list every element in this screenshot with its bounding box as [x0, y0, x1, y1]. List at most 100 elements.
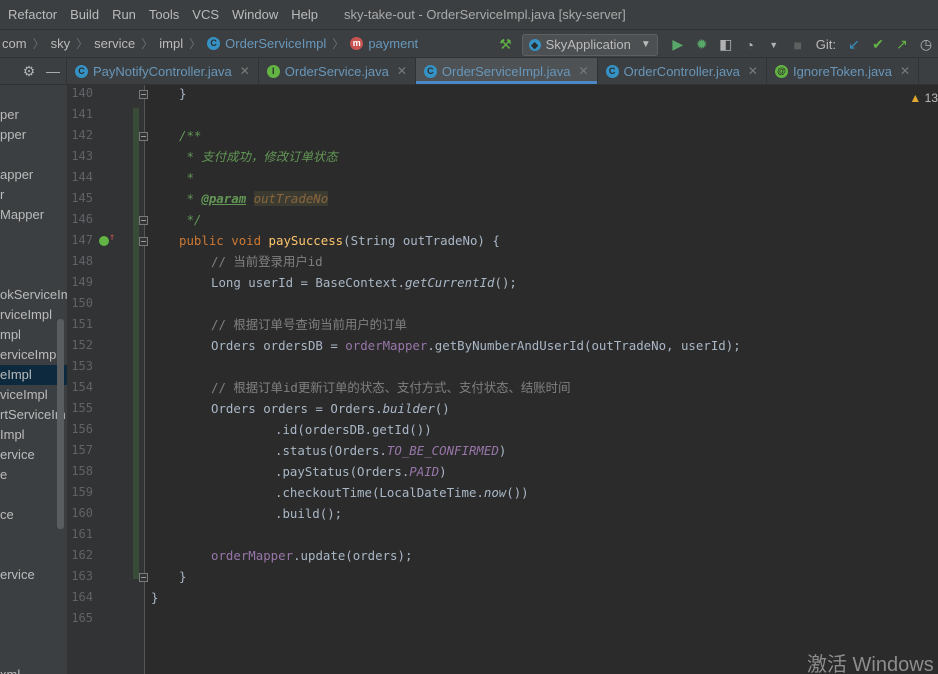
code-line-164: } — [151, 590, 159, 605]
class-icon: C — [75, 64, 88, 78]
breadcrumb-class[interactable]: OrderServiceImpl — [225, 36, 326, 51]
tree-item[interactable]: r — [0, 185, 67, 205]
breadcrumb-com[interactable]: com — [2, 36, 27, 51]
toolbar-right: ⚒ ◆ SkyApplication ▼ ▶ ✹ ◧ ◔ ▼ ■ Git: ↙ … — [494, 30, 938, 59]
code-line-156: .id(ordersDB.getId()) — [275, 422, 432, 437]
tree-item[interactable]: okServiceIm — [0, 285, 67, 305]
fold-marker[interactable] — [139, 237, 148, 246]
fold-marker[interactable] — [139, 216, 148, 225]
window-title: sky-take-out - OrderServiceImpl.java [sk… — [344, 7, 626, 22]
build-hammer-icon[interactable]: ⚒ — [495, 34, 517, 56]
code-editor[interactable]: 140 141 142 143 144 145 146 147 148 149 … — [67, 85, 938, 674]
menu-help[interactable]: Help — [284, 7, 324, 22]
vcs-change-marker[interactable] — [133, 108, 139, 579]
code-line-162: orderMapper.update(orders); — [211, 548, 413, 563]
interface-icon: I — [266, 64, 280, 78]
menu-run[interactable]: Run — [105, 7, 142, 22]
profile-icon[interactable]: ◔ — [739, 34, 761, 56]
chevron-down-icon: ▼ — [640, 39, 651, 50]
code-line-158: .payStatus(Orders.PAID) — [275, 464, 447, 479]
chevron-right-icon: 〉 — [189, 37, 202, 51]
menu-tools[interactable]: Tools — [142, 7, 185, 22]
project-tool-actions: ⚙ — — [0, 58, 67, 84]
close-icon[interactable]: ✕ — [748, 64, 758, 78]
editor-gutter: 140 141 142 143 144 145 146 147 148 149 … — [67, 85, 148, 674]
line-number: 157 — [71, 443, 93, 457]
tab-paynotifycontroller[interactable]: C PayNotifyController.java ✕ — [67, 58, 259, 84]
tab-orderserviceimpl[interactable]: C OrderServiceImpl.java ✕ — [415, 58, 598, 84]
line-number: 160 — [71, 506, 93, 520]
tree-item[interactable]: pper — [0, 125, 67, 145]
warning-count: 13 — [924, 91, 938, 105]
close-icon[interactable]: ✕ — [240, 64, 250, 78]
git-commit-icon[interactable]: ✔ — [867, 34, 889, 56]
line-number: 156 — [71, 422, 93, 436]
inspection-warnings[interactable]: ▲ 13 — [909, 91, 938, 105]
minimize-icon[interactable]: — — [44, 62, 62, 80]
breadcrumb-impl[interactable]: impl — [159, 36, 183, 51]
close-icon[interactable]: ✕ — [397, 64, 407, 78]
breadcrumb: com 〉 sky 〉 service 〉 impl 〉 C OrderServ… — [0, 35, 418, 52]
warning-triangle-icon: ▲ — [909, 91, 922, 105]
annotation-icon: @ — [774, 64, 788, 78]
more-run-chevron-icon[interactable]: ▼ — [763, 34, 785, 56]
fold-marker[interactable] — [139, 90, 148, 99]
line-number: 151 — [71, 317, 93, 331]
code-line-154: // 根据订单id更新订单的状态、支付方式、支付状态、结账时间 — [211, 380, 571, 395]
chevron-right-icon: 〉 — [332, 37, 345, 51]
line-number: 142 — [71, 128, 93, 142]
spring-app-icon: ◆ — [528, 38, 541, 51]
breadcrumb-sky[interactable]: sky — [51, 36, 71, 51]
fold-marker[interactable] — [139, 573, 148, 582]
code-line-148: // 当前登录用户id — [211, 254, 323, 269]
run-configuration-select[interactable]: ◆ SkyApplication ▼ — [521, 33, 658, 56]
line-number: 162 — [71, 548, 93, 562]
tree-item[interactable]: apper — [0, 165, 67, 185]
tree-scrollbar[interactable] — [57, 319, 64, 529]
code-line-152: Orders ordersDB = orderMapper.getByNumbe… — [211, 338, 741, 353]
project-tree-panel: per pper apper r Mapper okServiceIm rvic… — [0, 85, 67, 674]
close-icon[interactable]: ✕ — [900, 64, 910, 78]
coverage-icon[interactable]: ◧ — [715, 34, 737, 56]
fold-marker[interactable] — [139, 132, 148, 141]
code-line-146: */ — [179, 212, 202, 227]
code-line-144: * — [179, 170, 194, 185]
tree-item[interactable]: xml — [0, 665, 67, 674]
tree-item[interactable]: per — [0, 105, 67, 125]
tab-label: IgnoreToken.java — [792, 63, 892, 79]
method-icon: m — [350, 37, 364, 50]
line-number: 148 — [71, 254, 93, 268]
tree-item[interactable]: ervice — [0, 565, 67, 585]
tree-item[interactable]: Mapper — [0, 205, 67, 225]
git-update-icon[interactable]: ↙ — [843, 34, 865, 56]
menu-build[interactable]: Build — [63, 7, 105, 22]
stop-icon[interactable]: ■ — [787, 34, 809, 56]
code-line-160: .build(); — [275, 506, 343, 521]
debug-icon[interactable]: ✹ — [691, 34, 713, 56]
menu-bar: Refactor Build Run Tools VCS Window Help… — [0, 0, 938, 29]
close-icon[interactable]: ✕ — [579, 64, 589, 78]
chevron-right-icon: 〉 — [32, 37, 45, 51]
line-number: 145 — [71, 191, 93, 205]
code-line-142: /** — [179, 128, 202, 143]
git-push-icon[interactable]: ↗ — [891, 34, 913, 56]
menu-window[interactable]: Window — [225, 7, 284, 22]
history-icon[interactable]: ◷ — [915, 34, 937, 56]
implements-method-icon[interactable] — [99, 232, 115, 246]
menu-vcs[interactable]: VCS — [185, 7, 225, 22]
run-icon[interactable]: ▶ — [667, 34, 689, 56]
line-number: 147 — [71, 233, 93, 247]
tab-label: OrderService.java — [284, 63, 389, 79]
tab-ordercontroller[interactable]: C OrderController.java ✕ — [598, 58, 767, 84]
settings-gear-icon[interactable]: ⚙ — [20, 62, 38, 80]
breadcrumb-method[interactable]: payment — [368, 36, 418, 51]
code-line-163: } — [179, 569, 187, 584]
line-number: 141 — [71, 107, 93, 121]
tab-orderservice[interactable]: I OrderService.java ✕ — [259, 58, 416, 84]
chevron-right-icon: 〉 — [76, 37, 89, 51]
menu-refactor[interactable]: Refactor — [0, 7, 63, 22]
tab-ignoretoken[interactable]: @ IgnoreToken.java ✕ — [767, 58, 920, 84]
code-line-140: } — [179, 86, 187, 101]
line-number: 159 — [71, 485, 93, 499]
breadcrumb-service[interactable]: service — [94, 36, 135, 51]
